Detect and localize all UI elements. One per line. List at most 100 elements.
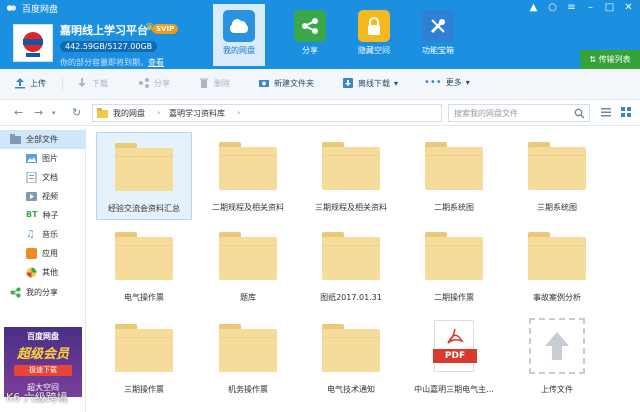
expire-text: 你的部分容量即将到期， [60, 58, 148, 67]
skin-icon[interactable]: ○ [545, 1, 560, 14]
folder-item[interactable]: 图纸2017.01.31 [303, 222, 399, 310]
upload-arrow-icon [545, 332, 569, 360]
transfer-icon: ⇅ [589, 55, 597, 64]
maximize-icon[interactable]: □ [602, 1, 617, 14]
file-name: 经验交流会资料汇总 [108, 204, 180, 213]
sidebar-item-apps[interactable]: 应用 [0, 244, 86, 263]
refresh-icon[interactable]: ↻ [72, 106, 81, 119]
tab-toolbox[interactable]: 功能宝箱 [412, 4, 464, 66]
file-name: 二期规程及相关资料 [212, 203, 284, 212]
sidebar-item-others[interactable]: 其他 [0, 263, 86, 282]
folder-item[interactable]: 三期系统图 [509, 132, 605, 220]
new-folder-label: 新建文件夹 [274, 78, 314, 88]
app-title: 百度网盘 [22, 5, 59, 15]
folder-item[interactable]: 二期操作票 [406, 222, 502, 310]
offline-download-button[interactable]: 离线下载 ▾ [342, 77, 398, 89]
list-view-icon[interactable] [600, 106, 612, 118]
new-folder-button[interactable]: 新建文件夹 [258, 77, 314, 89]
promo-headline: 超级会员 [16, 347, 69, 362]
delete-button[interactable]: 删除 [198, 77, 230, 89]
folder-item[interactable]: 二期规程及相关资料 [200, 132, 296, 220]
toolbar-divider [62, 77, 63, 91]
sidebar-item-music[interactable]: ♫ 音乐 [0, 225, 86, 244]
file-name: 题库 [240, 293, 256, 302]
file-name: 电气操作票 [124, 293, 164, 302]
all-files-icon [10, 134, 21, 144]
document-icon [26, 172, 37, 183]
sidebar-item-my-shares[interactable]: 我的分享 [0, 283, 86, 302]
folder-item[interactable]: 机务操作票 [200, 314, 296, 402]
folder-item[interactable]: 三期操作票 [96, 314, 192, 402]
folder-small-icon [97, 108, 108, 118]
sidebar-label-documents: 文档 [42, 173, 58, 182]
breadcrumb: 我的网盘 › 嘉明学习资料库 › [92, 104, 442, 122]
grid-view-icon[interactable] [620, 106, 632, 118]
menu-icon[interactable]: ≡ [564, 1, 579, 14]
folder-icon [115, 324, 173, 372]
transfer-list-button[interactable]: ⇅ 传输列表 [580, 50, 640, 69]
folder-icon [322, 324, 380, 372]
toolbar: 上传 下载 分享 删除 新建文件夹 离线下载 ▾ ••• 更多 ▾ [0, 69, 640, 100]
pdf-file-item[interactable]: PDF 中山嘉明三期电气主... [406, 314, 502, 402]
offline-download-label: 离线下载 [358, 78, 390, 88]
promo-fast-download-button[interactable]: 极速下载 [14, 365, 72, 376]
folder-item[interactable]: 二期系统图 [406, 132, 502, 220]
sidebar-item-all-files[interactable]: 全部文件 [0, 130, 86, 149]
my-share-icon [10, 287, 21, 298]
sidebar-item-torrents[interactable]: BT 种子 [0, 206, 86, 225]
breadcrumb-current[interactable]: 嘉明学习资料库 [169, 108, 225, 119]
sidebar-item-images[interactable]: 图片 [0, 149, 86, 168]
navigation-bar: ← → ▾ ↻ 我的网盘 › 嘉明学习资料库 › 搜索我的网盘文件 [0, 100, 640, 126]
folder-icon [322, 142, 380, 190]
offline-download-icon [343, 78, 353, 88]
upload-icon [15, 78, 25, 89]
folder-icon [528, 142, 586, 190]
folder-item[interactable]: 电气操作票 [96, 222, 192, 310]
tab-share[interactable]: 分享 [284, 4, 336, 66]
tab-my-netdisk[interactable]: 我的网盘 [213, 4, 265, 66]
file-name: 二期系统图 [434, 203, 474, 212]
folder-item[interactable]: 事故案例分析 [509, 222, 605, 310]
share-button[interactable]: 分享 [138, 77, 170, 89]
search-icon[interactable] [574, 108, 585, 119]
forward-arrow-icon[interactable]: → [34, 106, 43, 119]
breadcrumb-root[interactable]: 我的网盘 [113, 108, 145, 119]
tab-my-netdisk-label: 我的网盘 [223, 46, 255, 55]
sidebar-item-videos[interactable]: 视频 [0, 187, 86, 206]
history-chevron-icon[interactable]: ▾ [52, 109, 56, 117]
svip-promo-banner[interactable]: 百度网盘 超级会员 极速下载 超大空间 [4, 327, 82, 397]
minimize-icon[interactable]: – [583, 1, 598, 14]
apps-icon [26, 248, 37, 259]
acrobat-icon [447, 328, 464, 344]
download-button[interactable]: 下载 [76, 77, 108, 89]
upload-button[interactable]: 上传 [14, 77, 46, 89]
back-arrow-icon[interactable]: ← [14, 106, 23, 119]
sidebar-label-my-shares: 我的分享 [26, 288, 58, 297]
close-icon[interactable]: ✕ [621, 1, 636, 14]
more-button[interactable]: ••• 更多 ▾ [424, 77, 470, 88]
baidu-cloud-logo-icon [6, 5, 17, 11]
folder-item[interactable]: 三期规程及相关资料 [303, 132, 399, 220]
folder-icon [425, 232, 483, 280]
notification-icon[interactable]: ▲ [526, 1, 541, 14]
svip-badge: SVIP [152, 24, 179, 34]
folder-icon [219, 324, 277, 372]
new-folder-icon [259, 80, 269, 87]
file-name: 中山嘉明三期电气主... [414, 385, 494, 394]
folder-icon [219, 232, 277, 280]
search-input[interactable]: 搜索我的网盘文件 [448, 104, 590, 122]
folder-item[interactable]: 经验交流会资料汇总 [96, 132, 192, 220]
sidebar-item-documents[interactable]: 文档 [0, 168, 86, 187]
file-name: 三期操作票 [124, 385, 164, 394]
folder-item[interactable]: 题库 [200, 222, 296, 310]
folder-icon [115, 143, 173, 191]
pdf-icon: PDF [433, 320, 477, 372]
file-name: 二期操作票 [434, 293, 474, 302]
renew-link[interactable]: 查看 [148, 58, 164, 67]
upload-file-tile[interactable]: 上传文件 [509, 314, 605, 402]
folder-item[interactable]: 电气技术通知 [303, 314, 399, 402]
upload-dropzone[interactable] [529, 318, 585, 374]
breadcrumb-separator-icon: › [157, 108, 161, 117]
avatar[interactable] [13, 24, 53, 62]
tab-hidden-space[interactable]: 隐藏空间 [348, 4, 400, 66]
